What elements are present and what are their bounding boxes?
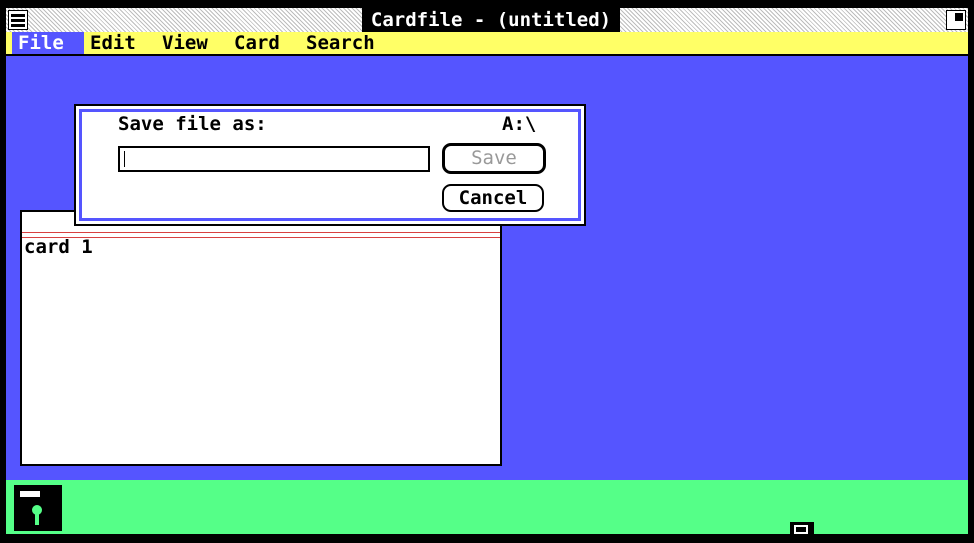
card-body-text[interactable]: card 1 xyxy=(24,236,93,258)
window-title: Cardfile - (untitled) xyxy=(362,8,620,32)
card-index-line xyxy=(22,232,500,238)
filename-input[interactable] xyxy=(118,146,430,172)
menu-card[interactable]: Card xyxy=(234,32,280,54)
maximize-icon[interactable] xyxy=(946,10,966,30)
save-file-as-label: Save file as: xyxy=(118,113,267,135)
menu-search[interactable]: Search xyxy=(306,32,375,54)
system-menu-icon[interactable] xyxy=(8,10,28,30)
menu-view[interactable]: View xyxy=(162,32,208,54)
save-button[interactable]: Save xyxy=(442,143,546,174)
menu-bar: File Edit View Card Search xyxy=(6,32,968,56)
card[interactable]: card 1 xyxy=(20,210,502,466)
workspace: card 1 Save file as: A:\ Save Cancel xyxy=(6,56,968,480)
save-dialog: Save file as: A:\ Save Cancel xyxy=(74,104,586,226)
cancel-button[interactable]: Cancel xyxy=(442,184,544,212)
current-path: A:\ xyxy=(502,113,537,135)
title-bar[interactable]: Cardfile - (untitled) xyxy=(6,8,968,32)
text-caret xyxy=(124,151,125,167)
floppy-disk-icon[interactable] xyxy=(14,485,62,531)
menu-file[interactable]: File xyxy=(12,32,84,54)
minimized-window-icon[interactable] xyxy=(790,522,814,534)
screen: Cardfile - (untitled) File Edit View Car… xyxy=(0,0,974,543)
menu-edit[interactable]: Edit xyxy=(90,32,136,54)
icon-area xyxy=(6,480,968,534)
